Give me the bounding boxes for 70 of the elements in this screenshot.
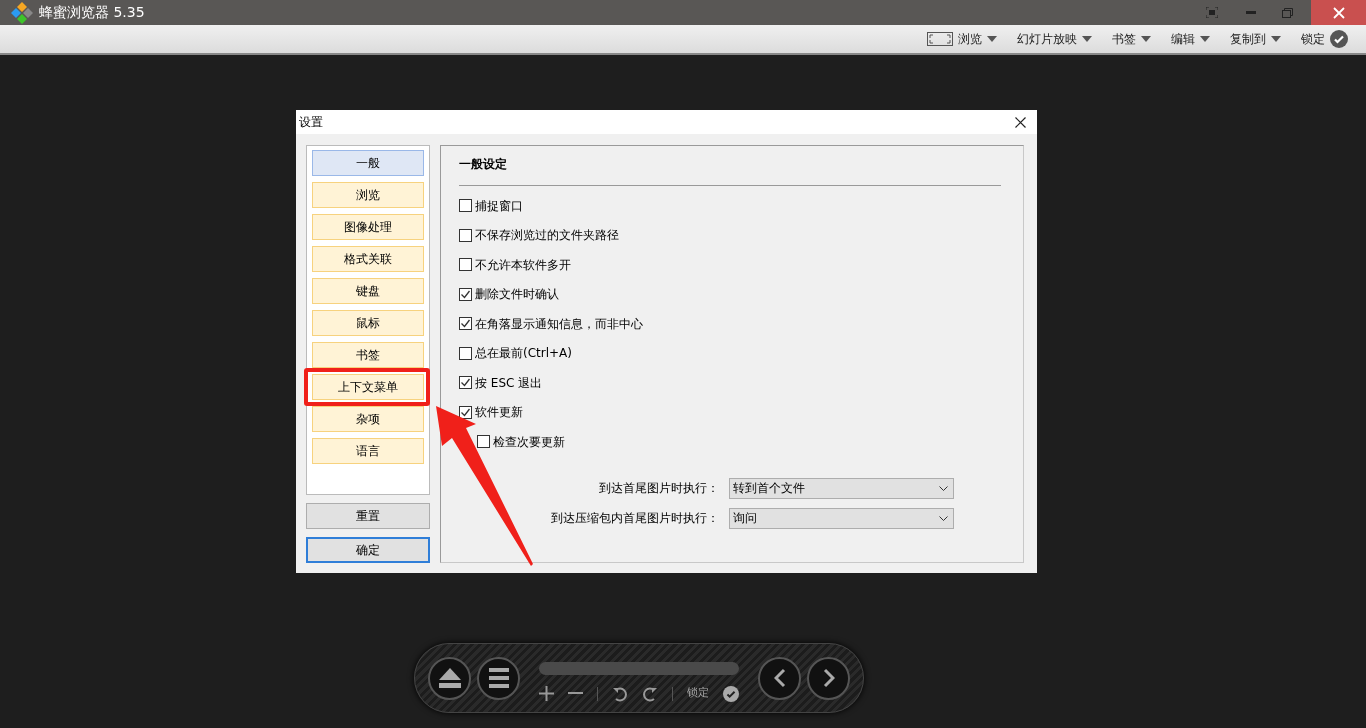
checkbox[interactable] xyxy=(459,199,472,213)
rotate-right-icon[interactable] xyxy=(642,685,658,702)
category-item[interactable]: 键盘 xyxy=(312,278,424,304)
category-item[interactable]: 一般 xyxy=(312,150,424,176)
check-circle-icon xyxy=(723,685,739,702)
option-label: 在角落显示通知信息，而非中心 xyxy=(475,315,643,333)
next-button[interactable] xyxy=(807,656,850,700)
checkbox[interactable] xyxy=(459,258,472,272)
caret-icon xyxy=(1271,36,1281,42)
eject-button[interactable] xyxy=(428,656,471,700)
checkbox[interactable] xyxy=(477,435,490,449)
fullscreen-icon xyxy=(927,32,953,46)
dropdown-field[interactable]: 询问 xyxy=(729,507,954,529)
toolbar-menu-button[interactable]: 书签 xyxy=(1112,30,1151,48)
category-item[interactable]: 上下文菜单 xyxy=(312,374,424,400)
category-item[interactable]: 杂项 xyxy=(312,406,424,432)
toolbar-menu-button[interactable]: 复制到 xyxy=(1230,30,1281,48)
checkbox[interactable] xyxy=(459,376,472,390)
toolbar-menu-button[interactable]: 编辑 xyxy=(1171,30,1210,48)
check-circle-icon xyxy=(1330,30,1348,48)
option-label: 不允许本软件多开 xyxy=(475,256,571,274)
chevron-down-icon xyxy=(939,485,948,491)
close-icon xyxy=(1332,6,1345,19)
caret-icon xyxy=(1082,36,1092,42)
dialog-button[interactable]: 确定 xyxy=(306,537,430,563)
eject-icon xyxy=(438,668,461,688)
option-label: 删除文件时确认 xyxy=(475,286,559,304)
toolbar-menu-button[interactable]: 浏览 xyxy=(927,30,997,48)
option-label: 捕捉窗口 xyxy=(475,197,523,215)
close-button[interactable] xyxy=(1311,0,1366,25)
category-item[interactable]: 图像处理 xyxy=(312,214,424,240)
toolbar-menu-button[interactable]: 锁定 xyxy=(1301,30,1348,48)
lock-label: 锁定 xyxy=(687,685,709,702)
caret-icon xyxy=(1141,36,1151,42)
category-item[interactable]: 语言 xyxy=(312,438,424,464)
caret-icon xyxy=(1200,36,1210,42)
checkbox[interactable] xyxy=(459,228,472,242)
dropdown-field[interactable]: 转到首个文件 xyxy=(729,477,954,499)
menu-icon xyxy=(488,668,509,688)
zoom-out-icon[interactable] xyxy=(568,692,583,695)
option-label: 总在最前(Ctrl+A) xyxy=(475,345,572,363)
dialog-button[interactable]: 重置 xyxy=(306,503,430,529)
caret-icon xyxy=(987,36,997,42)
zoom-in-icon[interactable] xyxy=(539,686,554,701)
dialog-title: 设置 xyxy=(299,114,323,131)
rotate-left-icon[interactable] xyxy=(612,685,628,702)
select-label: 到达首尾图片时执行： xyxy=(599,480,719,497)
checkbox[interactable] xyxy=(459,346,472,360)
toolbar-menu-button[interactable]: 幻灯片放映 xyxy=(1017,30,1092,48)
option-label: 按 ESC 退出 xyxy=(475,374,543,392)
category-item[interactable]: 浏览 xyxy=(312,182,424,208)
select-label: 到达压缩包内首尾图片时执行： xyxy=(551,510,719,527)
progress-track[interactable] xyxy=(539,662,739,676)
option-label: 软件更新 xyxy=(475,404,523,422)
chevron-down-icon xyxy=(939,515,948,521)
category-item[interactable]: 格式关联 xyxy=(312,246,424,272)
chevron-right-icon xyxy=(822,668,835,688)
checkbox[interactable] xyxy=(459,317,472,331)
previous-button[interactable] xyxy=(758,656,801,700)
menu-button[interactable] xyxy=(477,656,520,700)
section-title: 一般设定 xyxy=(459,156,508,173)
app-title: 蜂蜜浏览器 5.35 xyxy=(39,3,145,22)
close-icon[interactable] xyxy=(1015,116,1026,128)
chevron-left-icon xyxy=(773,668,786,688)
category-item[interactable]: 鼠标 xyxy=(312,310,424,336)
option-label: 不保存浏览过的文件夹路径 xyxy=(475,227,619,245)
option-label: 检查次要更新 xyxy=(493,433,565,451)
checkbox[interactable] xyxy=(459,287,472,301)
category-item[interactable]: 书签 xyxy=(312,342,424,368)
checkbox[interactable] xyxy=(459,405,472,419)
